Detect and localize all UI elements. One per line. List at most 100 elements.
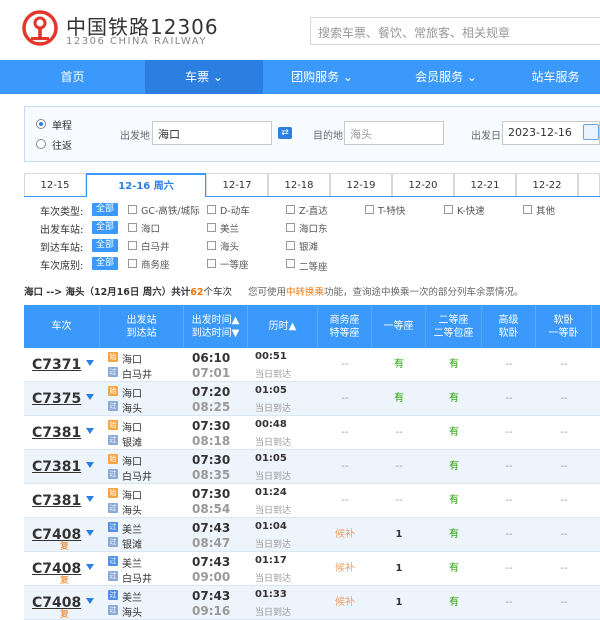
duration: 00:51 bbox=[255, 351, 287, 362]
swap-icon[interactable]: ⇄ bbox=[278, 127, 292, 139]
date-tab-partial[interactable] bbox=[578, 173, 600, 196]
seat-business[interactable]: -- bbox=[318, 484, 372, 517]
expand-triangle-icon[interactable] bbox=[86, 598, 94, 604]
train-number[interactable]: C7371 bbox=[32, 357, 81, 373]
seat-first[interactable]: -- bbox=[372, 450, 426, 483]
date-tab[interactable]: 12-18 bbox=[268, 173, 330, 196]
duration: 01:04 bbox=[255, 521, 287, 532]
train-number[interactable]: C7375 bbox=[32, 391, 81, 407]
checkbox[interactable] bbox=[207, 205, 216, 214]
train-number[interactable]: C7381 bbox=[32, 425, 81, 441]
duration: 00:48 bbox=[255, 419, 287, 430]
expand-triangle-icon[interactable] bbox=[86, 564, 94, 570]
seat-second[interactable]: 有 bbox=[426, 518, 482, 551]
checkbox[interactable] bbox=[207, 259, 216, 268]
table-row: C7381 始海口过白马井 07:30 08:35 01:05 当日到达 -- -- 有 -- -- bbox=[24, 450, 600, 484]
checkbox[interactable] bbox=[523, 205, 532, 214]
seat-business[interactable]: -- bbox=[318, 450, 372, 483]
filter-option: Z-直达 bbox=[299, 206, 328, 217]
to-station: 海头 bbox=[122, 506, 142, 517]
seat-business[interactable]: -- bbox=[318, 348, 372, 381]
expand-triangle-icon[interactable] bbox=[86, 428, 94, 434]
train-number[interactable]: C7408 bbox=[32, 595, 81, 611]
railway-logo-icon[interactable] bbox=[22, 10, 58, 46]
date-tab[interactable]: 12-20 bbox=[392, 173, 454, 196]
seat-business[interactable]: 候补 bbox=[318, 552, 372, 585]
nav-station[interactable]: 站车服务 bbox=[511, 60, 600, 94]
expand-triangle-icon[interactable] bbox=[86, 462, 94, 468]
single-trip-radio[interactable] bbox=[36, 119, 46, 129]
seat-first[interactable]: -- bbox=[372, 416, 426, 449]
seat-business[interactable]: 候补 bbox=[318, 518, 372, 551]
seat-first[interactable]: 有 bbox=[372, 382, 426, 415]
date-tab[interactable]: 12-19 bbox=[330, 173, 392, 196]
checkbox[interactable] bbox=[207, 223, 216, 232]
filter-seat-all-button[interactable]: 全部 bbox=[92, 257, 118, 270]
arrival-day: 当日到达 bbox=[255, 574, 292, 584]
seat-business[interactable]: -- bbox=[318, 382, 372, 415]
seat-business[interactable]: -- bbox=[318, 416, 372, 449]
train-number[interactable]: C7408 bbox=[32, 561, 81, 577]
expand-triangle-icon[interactable] bbox=[86, 394, 94, 400]
seat-first[interactable]: 1 bbox=[372, 552, 426, 585]
date-tab[interactable]: 12-15 bbox=[24, 173, 86, 196]
col-duration[interactable]: 历时▲ bbox=[248, 305, 318, 348]
expand-triangle-icon[interactable] bbox=[86, 496, 94, 502]
date-tab[interactable]: 12-21 bbox=[454, 173, 516, 196]
checkbox[interactable] bbox=[286, 205, 295, 214]
train-number[interactable]: C7408 bbox=[32, 527, 81, 543]
col-times[interactable]: 出发时间▲ 到达时间▼ bbox=[184, 305, 248, 348]
seat-second[interactable]: 有 bbox=[426, 552, 482, 585]
checkbox[interactable] bbox=[444, 205, 453, 214]
date-tab[interactable]: 12-17 bbox=[206, 173, 268, 196]
transfer-link[interactable]: 中转换乘 bbox=[286, 287, 324, 298]
seat-second[interactable]: 有 bbox=[426, 382, 482, 415]
checkbox[interactable] bbox=[286, 241, 295, 250]
from-station-input[interactable]: 海口 bbox=[152, 121, 272, 145]
to-station: 白马井 bbox=[122, 472, 152, 483]
checkbox[interactable] bbox=[286, 223, 295, 232]
checkbox[interactable] bbox=[207, 241, 216, 250]
filter-type-all-button[interactable]: 全部 bbox=[92, 203, 118, 216]
depart-time: 06:10 bbox=[192, 351, 231, 365]
train-number[interactable]: C7381 bbox=[32, 459, 81, 475]
seat-first[interactable]: 1 bbox=[372, 518, 426, 551]
origin-badge-icon: 始 bbox=[108, 454, 118, 464]
to-station-input[interactable]: 海头 bbox=[344, 121, 444, 145]
from-station: 海口 bbox=[122, 423, 142, 434]
seat-second[interactable]: 有 bbox=[426, 348, 482, 381]
calendar-icon[interactable] bbox=[583, 124, 599, 140]
seat-first[interactable]: 有 bbox=[372, 348, 426, 381]
seat-second[interactable]: 有 bbox=[426, 484, 482, 517]
train-number[interactable]: C7381 bbox=[32, 493, 81, 509]
arrival-day: 当日到达 bbox=[255, 608, 292, 618]
filter-from-all-button[interactable]: 全部 bbox=[92, 221, 118, 234]
nav-group[interactable]: 团购服务 ⌄ bbox=[263, 60, 381, 94]
nav-member[interactable]: 会员服务 ⌄ bbox=[381, 60, 511, 94]
seat-second[interactable]: 有 bbox=[426, 586, 482, 619]
checkbox[interactable] bbox=[128, 223, 137, 232]
seat-second[interactable]: 有 bbox=[426, 450, 482, 483]
pass-badge-icon: 过 bbox=[108, 571, 118, 581]
checkbox[interactable] bbox=[286, 259, 295, 268]
date-tab-selected[interactable]: 12-16 周六 bbox=[86, 173, 206, 197]
nav-home[interactable]: 首页 bbox=[0, 60, 145, 94]
nav-tickets[interactable]: 车票 ⌄ bbox=[145, 60, 263, 94]
seat-first[interactable]: -- bbox=[372, 484, 426, 517]
expand-triangle-icon[interactable] bbox=[86, 530, 94, 536]
expand-triangle-icon[interactable] bbox=[86, 360, 94, 366]
seat-first[interactable]: 1 bbox=[372, 586, 426, 619]
round-trip-radio[interactable] bbox=[36, 139, 46, 149]
col-train[interactable]: 车次 bbox=[24, 305, 100, 348]
checkbox[interactable] bbox=[128, 259, 137, 268]
checkbox[interactable] bbox=[128, 205, 137, 214]
seat-soft: -- bbox=[560, 393, 568, 404]
checkbox[interactable] bbox=[128, 241, 137, 250]
seat-soft: -- bbox=[560, 495, 568, 506]
filter-to-all-button[interactable]: 全部 bbox=[92, 239, 118, 252]
date-tab[interactable]: 12-22 bbox=[516, 173, 578, 196]
seat-second[interactable]: 有 bbox=[426, 416, 482, 449]
site-search-input[interactable]: 搜索车票、餐饮、常旅客、相关规章 bbox=[310, 17, 600, 45]
checkbox[interactable] bbox=[365, 205, 374, 214]
seat-business[interactable]: 候补 bbox=[318, 586, 372, 619]
